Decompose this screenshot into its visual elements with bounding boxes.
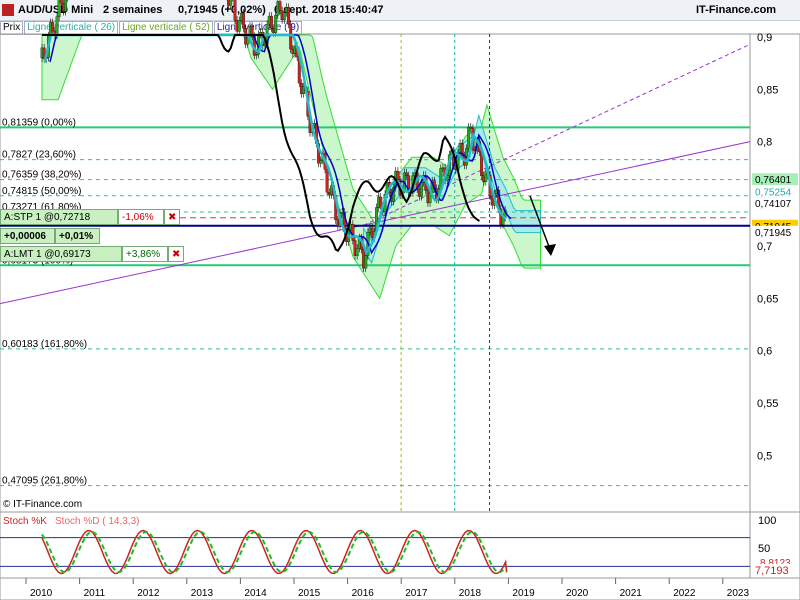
y-tick-label: 0,55 [757, 398, 778, 410]
price-tag-label: 0,75254 [755, 187, 792, 198]
stoch-axis-100: 100 [758, 515, 776, 527]
stochastic-panel: Stoch %K Stoch %D ( 14,3,3) 100508,81237,7… [0, 515, 798, 577]
candle-body [254, 54, 258, 56]
limit-order-pct: +3,86% [126, 249, 161, 260]
candle-body [469, 126, 473, 129]
stop-order-diff-pct: +0,01% [55, 228, 100, 244]
stoch-d-label: Stoch %D ( 14,3,3) [55, 516, 139, 527]
y-tick-label: 0,6 [757, 346, 772, 358]
candle-body [55, 16, 59, 36]
candle-body [287, 7, 291, 25]
candle-body [229, 0, 233, 6]
candle-body [364, 255, 368, 269]
fibonacci-label: 0,74815 (50,00%) [2, 186, 82, 197]
candle-body [396, 170, 400, 181]
stop-order-bar[interactable]: A:STP 1 @0,72718 -1,06% ✖ [0, 209, 180, 225]
y-tick-label: 0,7 [757, 241, 772, 253]
candle-body [355, 248, 359, 256]
stop-order-info: +0,00006 +0,01% [0, 228, 100, 244]
fibonacci-label: 0,81359 (0,00%) [2, 117, 76, 128]
candle-body [405, 172, 408, 176]
price-chart[interactable]: 0,81359 (0,00%) 0,7827 (23,60%) 0,76359 (3… [0, 0, 800, 600]
stoch-axis-50: 50 [758, 543, 770, 555]
fibonacci-label: 0,47095 (261,80%) [2, 476, 87, 487]
candle-body [319, 160, 323, 164]
candle-body [59, 0, 63, 4]
candle-body [282, 12, 286, 20]
stoch-k-value: 7,7193 [755, 565, 789, 577]
candle-body [351, 223, 355, 241]
x-tick-label: 2019 [512, 588, 535, 599]
candle-body [233, 0, 237, 21]
candle-body [51, 22, 55, 32]
stop-order-label: A:STP 1 @0,72718 [4, 212, 91, 223]
candle-body [289, 23, 293, 50]
stop-order-pct: -1,06% [122, 212, 154, 223]
stop-order-diff: +0,00006 [0, 228, 55, 244]
price-tag-label: 0,76401 [755, 175, 792, 186]
x-tick-label: 2016 [352, 588, 375, 599]
x-tick-label: 2023 [727, 588, 750, 599]
y-tick-label: 0,5 [757, 450, 772, 462]
limit-order-label: A:LMT 1 @0,69173 [4, 249, 91, 260]
y-tick-label: 0,9 [757, 32, 772, 44]
x-tick-label: 2011 [84, 588, 106, 599]
x-tick-label: 2018 [459, 588, 482, 599]
projection-arrow-head [544, 244, 556, 256]
x-tick-label: 2014 [244, 588, 267, 599]
candle-body [237, 20, 241, 32]
x-tick-label: 2015 [298, 588, 321, 599]
x-tick-label: 2012 [137, 588, 160, 599]
candle-body [467, 126, 471, 149]
limit-order-close-icon[interactable]: ✖ [168, 246, 184, 262]
candle-body [274, 14, 278, 33]
fibonacci-label: 0,7827 (23,60%) [2, 150, 76, 161]
watermark: © IT-Finance.com [3, 499, 83, 510]
axis-labels: 0,81359 (0,00%) 0,7827 (23,60%) 0,76359 (3… [2, 32, 798, 599]
candle-body [278, 1, 282, 11]
x-tick-label: 2017 [405, 588, 428, 599]
y-tick-label: 0,8 [757, 137, 772, 149]
x-tick-label: 2020 [566, 588, 589, 599]
y-tick-label: 0,65 [757, 293, 778, 305]
y-tick-label: 0,85 [757, 84, 778, 96]
x-tick-label: 2021 [620, 588, 643, 599]
price-tag-label: 0,71945 [755, 228, 792, 239]
stop-order-close-icon[interactable]: ✖ [164, 209, 180, 225]
candle-body [325, 169, 329, 193]
candle-body [420, 182, 423, 197]
limit-order-bar[interactable]: A:LMT 1 @0,69173 +3,86% ✖ [0, 246, 184, 262]
y-axis-panel [749, 33, 800, 513]
x-tick-label: 2022 [673, 588, 696, 599]
candle-body [242, 12, 245, 29]
candle-body [64, 0, 68, 12]
fibonacci-label: 0,76359 (38,20%) [2, 170, 82, 181]
stoch-k-label: Stoch %K [3, 516, 47, 527]
x-tick-label: 2010 [30, 588, 53, 599]
candle-body [269, 15, 273, 29]
fibonacci-label: 0,60183 (161,80%) [2, 339, 87, 350]
price-tag-label: 0,74107 [755, 199, 792, 210]
chart-window: AUD/USD Mini 2 semaines 0,71945 (+0,02%)… [0, 0, 800, 600]
x-tick-label: 2013 [191, 588, 214, 599]
